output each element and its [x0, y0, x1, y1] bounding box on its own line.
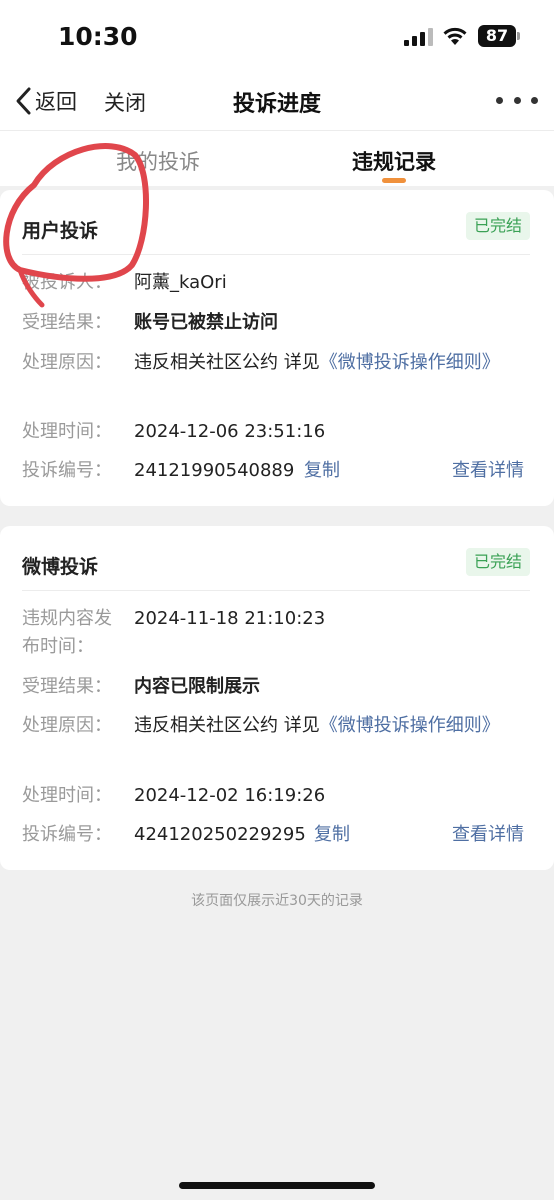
back-label: 返回 — [35, 90, 77, 114]
row-value-number: 424120250229295 — [134, 824, 306, 845]
page-title: 投诉进度 — [232, 92, 321, 117]
status-bar: 10:30 87 — [0, 0, 554, 74]
row-label-result: 受理结果： — [22, 676, 112, 697]
row-value-time: 2024-12-02 16:19:26 — [134, 785, 326, 806]
row-value-reason: 违反相关社区公约 详见《微博投诉操作细则》 — [134, 349, 514, 377]
row-label-reason: 处理原因： — [22, 352, 112, 373]
close-button[interactable]: 关闭 — [104, 87, 146, 117]
tab-my-complaints[interactable]: 我的投诉 — [116, 146, 200, 176]
row-value-publish-time: 2024-11-18 21:10:23 — [134, 608, 326, 629]
card-title: 用户投诉 — [22, 220, 99, 242]
row-label-time: 处理时间： — [22, 421, 112, 442]
complaint-card-user: 用户投诉 已完结 被投诉人： 阿薰_kaOri 受理结果： 账号已被禁止访问 处… — [0, 190, 554, 506]
copy-button[interactable]: 复制 — [314, 821, 350, 849]
row-label-reason: 处理原因： — [22, 715, 112, 736]
divider — [22, 254, 530, 255]
rules-link[interactable]: 《微博投诉操作细则》 — [320, 715, 500, 736]
nav-bar: 返回 关闭 投诉进度 — [0, 74, 554, 130]
rules-link[interactable]: 《微博投诉操作细则》 — [320, 352, 500, 373]
active-tab-indicator — [382, 178, 406, 183]
row-label-number: 投诉编号： — [22, 824, 112, 845]
chevron-left-icon — [16, 87, 31, 115]
home-indicator — [179, 1182, 375, 1189]
row-value-number: 24121990540889 — [134, 460, 295, 481]
status-time: 10:30 — [58, 22, 138, 51]
reason-text: 违反相关社区公约 详见 — [134, 715, 320, 736]
dot — [531, 96, 538, 104]
view-details-link[interactable]: 查看详情 — [452, 821, 524, 849]
wifi-icon — [443, 27, 467, 45]
complaint-card-weibo: 微博投诉 已完结 违规内容发布时间： 2024-11-18 21:10:23 受… — [0, 526, 554, 870]
copy-button[interactable]: 复制 — [304, 457, 340, 485]
battery-icon: 87 — [478, 25, 520, 47]
back-button[interactable]: 返回 — [14, 84, 77, 118]
row-label-number: 投诉编号： — [22, 460, 112, 481]
row-label-publish-time: 违规内容发布时间： — [22, 608, 112, 657]
status-badge: 已完结 — [466, 212, 530, 240]
footer-note: 该页面仅展示近30天的记录 — [191, 893, 363, 909]
row-value-respondent: 阿薰_kaOri — [134, 272, 227, 293]
row-label-time: 处理时间： — [22, 785, 112, 806]
divider — [22, 590, 530, 591]
row-label-respondent: 被投诉人： — [22, 272, 112, 293]
reason-text: 违反相关社区公约 详见 — [134, 352, 320, 373]
dot — [496, 96, 503, 104]
row-value-time: 2024-12-06 23:51:16 — [134, 421, 326, 442]
more-dots-icon[interactable] — [496, 88, 538, 112]
tab-bar: 我的投诉 违规记录 — [0, 130, 554, 186]
signal-icon — [404, 28, 433, 46]
row-label-result: 受理结果： — [22, 312, 112, 333]
status-badge: 已完结 — [466, 548, 530, 576]
dot — [513, 96, 521, 104]
view-details-link[interactable]: 查看详情 — [452, 457, 524, 485]
row-value-result: 内容已限制展示 — [134, 676, 260, 697]
row-value-result: 账号已被禁止访问 — [134, 312, 278, 333]
tab-violation-records[interactable]: 违规记录 — [352, 146, 436, 176]
card-title: 微博投诉 — [22, 556, 99, 578]
row-value-reason: 违反相关社区公约 详见《微博投诉操作细则》 — [134, 712, 514, 740]
